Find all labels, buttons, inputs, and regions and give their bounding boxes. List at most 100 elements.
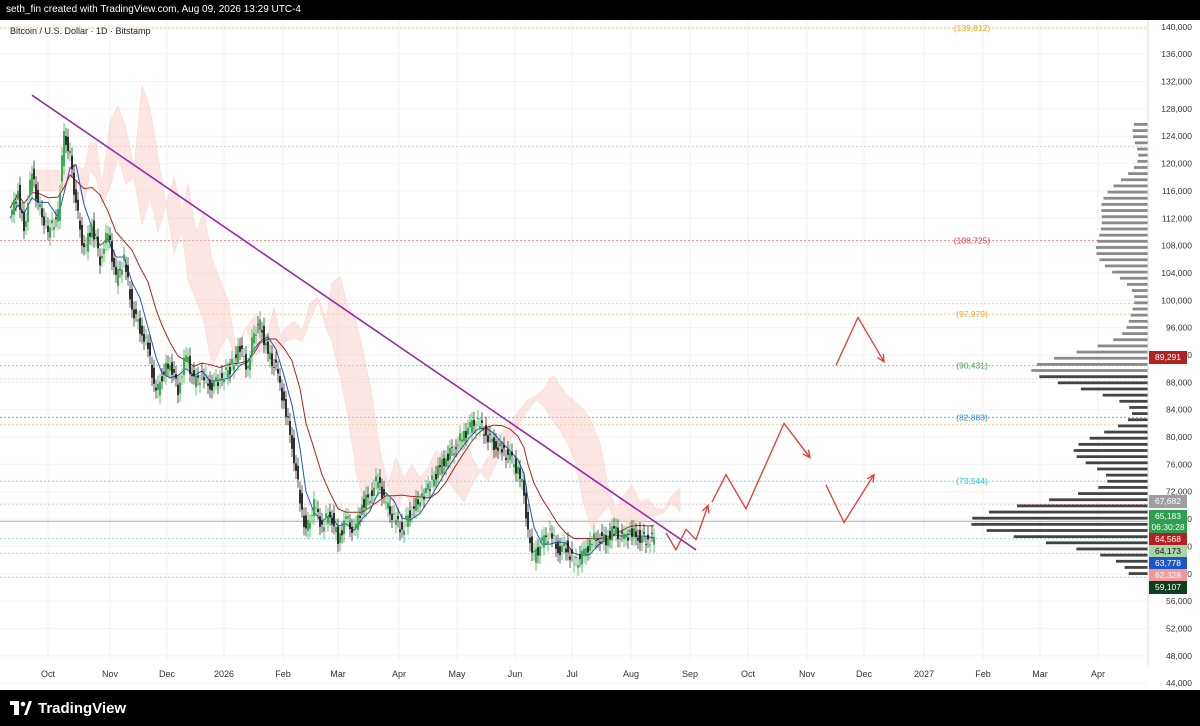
volume-bar (1076, 350, 1148, 354)
chart-area[interactable]: (139,812) (108,725) (97,979) (90,431) (82,88… (0, 20, 1200, 690)
candle-body (127, 265, 129, 278)
candle-body (231, 359, 233, 363)
candle-body (157, 383, 159, 390)
candle-body (585, 548, 587, 557)
candle-body (161, 376, 163, 382)
candle-body (507, 449, 509, 456)
volume-bar (1112, 270, 1148, 274)
volume-bar (1100, 227, 1148, 231)
candle-body (57, 208, 59, 222)
candle-body (133, 309, 135, 319)
candle-body (167, 363, 169, 369)
candle-body (397, 516, 399, 520)
candle-body (513, 464, 515, 468)
candle-body (145, 337, 147, 338)
candle-body (53, 226, 55, 230)
candle-body (443, 458, 445, 467)
candle-body (541, 537, 543, 541)
candle-body (215, 377, 217, 382)
candle-body (173, 369, 175, 373)
candle-body (577, 565, 579, 568)
candle-body (363, 499, 365, 508)
volume-bar (1031, 369, 1148, 372)
candle-body (487, 435, 489, 443)
volume-bar (1137, 147, 1148, 151)
candle-body (141, 325, 143, 336)
volume-bar (1127, 418, 1148, 422)
candle-body (155, 387, 157, 391)
candle-body (209, 379, 211, 390)
candle-body (261, 330, 263, 333)
y-tick-label: 108,000 (1161, 241, 1192, 251)
symbol-title: Bitcoin / U.S. Dollar · 1D · Bitstamp (10, 26, 151, 36)
candle-body (267, 341, 269, 354)
candle-body (289, 421, 291, 435)
candle-body (333, 512, 335, 527)
candle-body (233, 365, 235, 371)
candle-body (425, 488, 427, 494)
y-tick-label: 96,000 (1166, 323, 1192, 333)
x-tick-label: Mar (330, 669, 346, 679)
candle-body (561, 545, 563, 552)
candle-body (27, 202, 29, 223)
volume-bar (1039, 375, 1148, 379)
x-tick-label: Mar (1032, 669, 1048, 679)
candle-body (17, 190, 19, 200)
candle-body (49, 227, 51, 238)
x-tick-label: May (448, 669, 466, 679)
candle-body (525, 492, 527, 519)
candle-body (497, 447, 499, 451)
candle-body (549, 528, 551, 530)
candle-body (445, 458, 447, 467)
candle-body (107, 233, 109, 242)
candle-body (187, 356, 189, 362)
candle-body (153, 367, 155, 384)
candle-body (543, 535, 545, 548)
candle-body (605, 535, 607, 546)
volume-bar (1097, 344, 1148, 348)
volume-bar (1101, 221, 1148, 225)
candle-body (645, 544, 647, 545)
x-tick-label: Oct (41, 669, 56, 679)
candle-body (67, 136, 69, 152)
candle-body (177, 384, 179, 396)
candle-body (13, 199, 15, 215)
y-tick-label: 76,000 (1166, 459, 1192, 469)
candle-body (197, 375, 199, 378)
candle-body (219, 378, 221, 381)
candle-body (351, 526, 353, 533)
volume-bar (1130, 313, 1148, 317)
candle-body (51, 219, 53, 224)
candle-body (583, 548, 585, 555)
x-tick-label: Apr (392, 669, 406, 679)
candle-body (501, 449, 503, 453)
volume-bar (1101, 209, 1148, 212)
tradingview-logo-icon (10, 701, 32, 715)
volume-bar (1115, 559, 1148, 563)
price-chart[interactable]: (139,812) (108,725) (97,979) (90,431) (82,88… (0, 20, 1200, 690)
candle-body (439, 465, 441, 468)
y-tick-label: 52,000 (1166, 623, 1192, 633)
candle-body (565, 548, 567, 553)
candle-body (589, 539, 591, 551)
candle-body (419, 502, 421, 507)
x-tick-label: Aug (623, 669, 639, 679)
candle-body (263, 325, 265, 346)
candle-body (477, 418, 479, 420)
candle-body (523, 480, 525, 496)
candle-body (257, 324, 259, 326)
candle-body (93, 220, 95, 240)
candle-body (269, 352, 271, 360)
candle-body (319, 516, 321, 527)
candle-body (195, 375, 197, 388)
candle-body (325, 513, 327, 518)
candle-body (33, 168, 35, 180)
candle-body (367, 494, 369, 498)
candle-body (533, 550, 535, 553)
candle-body (23, 212, 25, 232)
candle-body (273, 367, 275, 368)
candle-body (25, 221, 27, 227)
candle-body (85, 245, 87, 247)
candle-body (125, 264, 127, 272)
x-tick-label: Dec (856, 669, 873, 679)
